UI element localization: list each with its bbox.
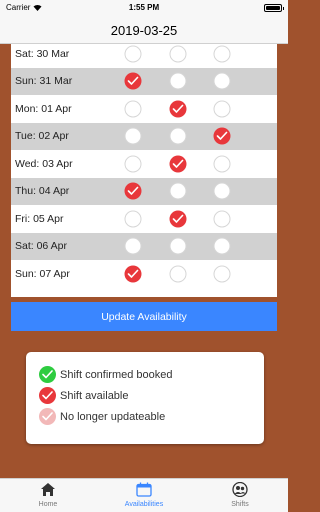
shift-toggle-empty[interactable]	[213, 155, 231, 173]
legend-item: Shift available	[39, 387, 129, 404]
shift-toggle-empty[interactable]	[124, 45, 142, 63]
schedule-row: Sun: 31 Mar	[11, 67, 277, 95]
shift-toggle-empty[interactable]	[169, 182, 187, 200]
check-circle-icon	[39, 387, 56, 404]
day-label: Tue: 02 Apr	[15, 130, 69, 143]
schedule-row: Sat: 30 Mar	[11, 44, 277, 68]
shift-toggle-checked[interactable]	[169, 210, 187, 228]
day-label: Mon: 01 Apr	[15, 102, 72, 115]
legend-item: No longer updateable	[39, 408, 165, 425]
shift-toggle-empty[interactable]	[169, 45, 187, 63]
shift-toggle-empty[interactable]	[213, 182, 231, 200]
navigation-bar: 2019-03-25	[0, 16, 288, 44]
day-label: Sat: 30 Mar	[15, 47, 70, 60]
shift-toggle-empty[interactable]	[124, 155, 142, 173]
shift-toggle-empty[interactable]	[124, 237, 142, 255]
tab-shifts[interactable]: Shifts	[192, 481, 288, 508]
shift-toggle-empty[interactable]	[169, 237, 187, 255]
shift-toggle-empty[interactable]	[213, 45, 231, 63]
tab-bar: Home Availabilities Shifts	[0, 478, 288, 512]
day-label: Sun: 31 Mar	[15, 75, 73, 88]
legend-card: Shift confirmed booked Shift available No …	[26, 352, 264, 444]
tab-availabilities[interactable]: Availabilities	[96, 482, 192, 508]
legend-item: Shift confirmed booked	[39, 366, 173, 383]
day-label: Thu: 04 Apr	[15, 185, 70, 198]
shift-toggle-empty[interactable]	[124, 100, 142, 118]
legend-label: Shift available	[60, 389, 129, 402]
tab-home[interactable]: Home	[0, 482, 96, 508]
day-label: Wed: 03 Apr	[15, 157, 73, 170]
tab-label: Availabilities	[124, 501, 164, 508]
shift-toggle-checked[interactable]	[169, 100, 187, 118]
calendar-icon	[136, 482, 152, 501]
day-label: Sun: 07 Apr	[15, 267, 70, 280]
battery-icon	[264, 4, 284, 12]
shift-toggle-empty[interactable]	[124, 210, 142, 228]
shift-toggle-checked[interactable]	[124, 182, 142, 200]
shift-toggle-empty[interactable]	[169, 72, 187, 90]
home-icon	[40, 482, 56, 501]
shift-toggle-empty[interactable]	[169, 127, 187, 145]
schedule-row: Tue: 02 Apr	[11, 122, 277, 150]
schedule-row: Mon: 01 Apr	[11, 95, 277, 123]
shift-toggle-checked[interactable]	[169, 155, 187, 173]
shift-toggle-empty[interactable]	[213, 100, 231, 118]
schedule-row: Wed: 03 Apr	[11, 150, 277, 178]
shift-toggle-checked[interactable]	[124, 72, 142, 90]
status-bar: Carrier 1:55 PM	[0, 0, 288, 16]
shift-toggle-empty[interactable]	[213, 237, 231, 255]
day-label: Sat: 06 Apr	[15, 240, 67, 253]
schedule-row: Sat: 06 Apr	[11, 232, 277, 260]
schedule-row: Thu: 04 Apr	[11, 177, 277, 205]
availability-schedule[interactable]: Sat: 30 Mar Sun: 31 Mar Mon: 01 Apr Tue: 02…	[11, 44, 277, 297]
tab-label: Shifts	[231, 501, 249, 508]
tab-label: Home	[38, 501, 58, 508]
schedule-row: Fri: 05 Apr	[11, 205, 277, 233]
people-icon	[232, 481, 248, 501]
page-title: 2019-03-25	[110, 23, 178, 38]
check-circle-icon	[39, 366, 56, 383]
shift-toggle-empty[interactable]	[124, 127, 142, 145]
day-label: Fri: 05 Apr	[15, 212, 64, 225]
check-circle-icon	[39, 408, 56, 425]
shift-toggle-checked[interactable]	[213, 127, 231, 145]
shift-toggle-checked[interactable]	[124, 265, 142, 283]
status-time: 1:55 PM	[128, 3, 160, 12]
schedule-row: Sun: 07 Apr	[11, 260, 277, 288]
shift-toggle-empty[interactable]	[213, 210, 231, 228]
legend-label: No longer updateable	[60, 410, 166, 423]
shift-toggle-empty[interactable]	[169, 265, 187, 283]
update-availability-button[interactable]: Update Availability	[11, 302, 277, 331]
legend-label: Shift confirmed booked	[60, 368, 173, 381]
shift-toggle-empty[interactable]	[213, 72, 231, 90]
shift-toggle-empty[interactable]	[213, 265, 231, 283]
